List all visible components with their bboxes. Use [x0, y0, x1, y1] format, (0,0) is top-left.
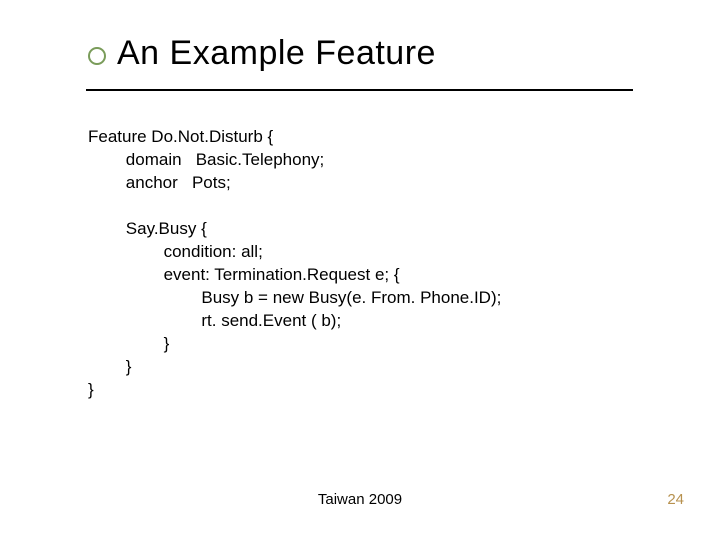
page-number: 24 — [667, 491, 684, 508]
slide-footer: Taiwan 2009 — [0, 491, 720, 508]
title-rule — [86, 89, 633, 91]
slide-title: An Example Feature — [117, 34, 436, 73]
feature-code-block: Feature Do.Not.Disturb { domain Basic.Te… — [88, 125, 638, 401]
title-bullet-icon — [88, 47, 106, 65]
